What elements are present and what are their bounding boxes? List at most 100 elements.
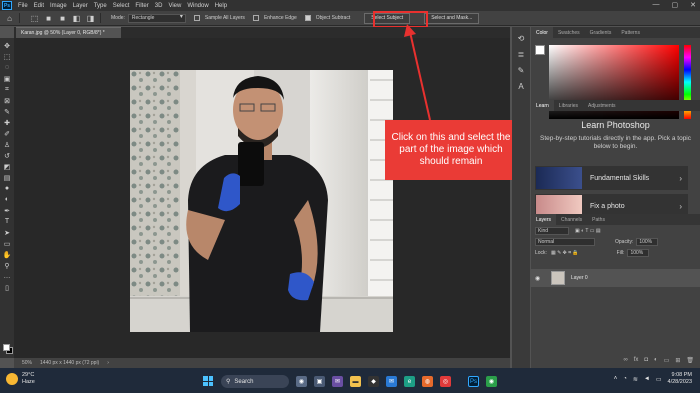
eraser-tool-icon[interactable]: ◩	[1, 161, 13, 172]
menu-edit[interactable]: Edit	[31, 3, 47, 9]
opacity-input[interactable]: 100%	[636, 237, 659, 246]
delete-layer-icon[interactable]: 🗑	[686, 357, 694, 364]
chrome-icon[interactable]: ◉	[486, 376, 497, 387]
menu-help[interactable]: Help	[212, 3, 230, 9]
maximize-button[interactable]: ▢	[672, 1, 679, 9]
menu-3d[interactable]: 3D	[152, 3, 166, 9]
zoom-tool-icon[interactable]: ⚲	[1, 260, 13, 271]
store-icon[interactable]: ◆	[368, 376, 379, 387]
lasso-tool-icon[interactable]: ◌	[1, 62, 13, 73]
tab-paths[interactable]: Paths	[587, 214, 610, 225]
battery-icon[interactable]: ▭	[656, 376, 662, 383]
gradient-tool-icon[interactable]: ▤	[1, 172, 13, 183]
properties-panel-icon[interactable]: ≣	[516, 49, 526, 59]
history-panel-icon[interactable]: ⟲	[516, 33, 526, 43]
lock-icons[interactable]: ▦ ✎ ✥ ⌗ 🔒	[551, 250, 579, 256]
blend-mode-select[interactable]: Normal	[535, 237, 595, 246]
add-selection-icon[interactable]: ■	[58, 14, 67, 23]
clock[interactable]: 9:08 PM 4/28/2023	[668, 372, 692, 386]
new-layer-icon[interactable]: ⊞	[675, 357, 680, 364]
learn-card-fundamental-skills[interactable]: Fundamental Skills ›	[535, 166, 688, 190]
minimize-button[interactable]: —	[653, 1, 660, 9]
filter-icons[interactable]: ▣ ◐ T ▭ ▤	[575, 228, 601, 234]
file-explorer-icon[interactable]: ▬	[350, 376, 361, 387]
start-button[interactable]	[203, 376, 213, 386]
move-tool-icon[interactable]: ✥	[1, 40, 13, 51]
frame-tool-icon[interactable]: ⊠	[1, 95, 13, 106]
dodge-tool-icon[interactable]: ◐	[1, 194, 13, 205]
weather-widget[interactable]: 29°C Haze	[6, 372, 35, 386]
home-icon[interactable]: ⌂	[5, 14, 14, 23]
layer-row[interactable]: ◉ Layer 0	[531, 269, 700, 287]
object-selection-tool-icon[interactable]: ▣	[1, 73, 13, 84]
character-panel-icon[interactable]: A	[516, 81, 526, 91]
chevron-up-icon[interactable]: ˄	[614, 376, 618, 382]
add-mask-icon[interactable]: ◘	[644, 357, 648, 363]
mode-select[interactable]: Rectangle	[127, 13, 186, 23]
adjustment-layer-icon[interactable]: ◐	[654, 357, 658, 363]
layer-name[interactable]: Layer 0	[571, 275, 588, 281]
task-view-icon[interactable]: ▣	[314, 376, 325, 387]
wifi-icon[interactable]: ≋	[633, 376, 638, 383]
rectangle-tool-icon[interactable]: ▭	[1, 238, 13, 249]
color-panel-swatch[interactable]	[535, 45, 545, 55]
new-group-icon[interactable]: ▭	[664, 357, 670, 364]
foreground-color-swatch[interactable]	[3, 344, 10, 351]
brush-tool-icon[interactable]: ✐	[1, 128, 13, 139]
chat-icon[interactable]: ✉	[332, 376, 343, 387]
menu-layer[interactable]: Layer	[70, 3, 91, 9]
new-selection-icon[interactable]: ■	[44, 14, 53, 23]
tab-layers[interactable]: Layers	[531, 214, 557, 225]
object-selection-tool-icon[interactable]: ⬚	[30, 14, 39, 23]
tab-adjustments[interactable]: Adjustments	[583, 100, 621, 111]
enhance-edge-checkbox[interactable]	[252, 15, 259, 21]
people-icon[interactable]: ◉	[296, 376, 307, 387]
volume-icon[interactable]: ◄	[644, 376, 650, 382]
tab-color[interactable]: Color	[531, 27, 553, 38]
pen-tool-icon[interactable]: ✒	[1, 205, 13, 216]
menu-file[interactable]: File	[15, 3, 31, 9]
more-tools-icon[interactable]: …	[1, 271, 13, 282]
marquee-tool-icon[interactable]: ⬚	[1, 51, 13, 62]
visibility-eye-icon[interactable]: ◉	[535, 275, 545, 282]
path-selection-icon[interactable]: ➤	[1, 227, 13, 238]
type-tool-icon[interactable]: T	[1, 216, 13, 227]
tab-libraries[interactable]: Libraries	[554, 100, 583, 111]
sample-all-layers-checkbox[interactable]	[193, 15, 200, 21]
tab-swatches[interactable]: Swatches	[553, 27, 585, 38]
eyedropper-tool-icon[interactable]: ✎	[1, 106, 13, 117]
fill-input[interactable]: 100%	[627, 248, 650, 257]
taskbar-search[interactable]: ⚲ Search	[221, 375, 289, 388]
history-brush-icon[interactable]: ↺	[1, 150, 13, 161]
object-subtract-checkbox[interactable]	[304, 15, 311, 21]
document-tab[interactable]: Karan.jpg @ 50% (Layer 0, RGB/8*) *	[16, 27, 121, 38]
menu-select[interactable]: Select	[110, 3, 133, 9]
zoom-level[interactable]: 50%	[22, 360, 32, 366]
close-button[interactable]: ✕	[690, 1, 696, 9]
menu-image[interactable]: Image	[47, 3, 70, 9]
link-layers-icon[interactable]: ∞	[623, 357, 627, 363]
menu-view[interactable]: View	[165, 3, 184, 9]
mail-icon[interactable]: ✉	[386, 376, 397, 387]
network-icon[interactable]: ◔	[623, 376, 627, 382]
crop-tool-icon[interactable]: ⌗	[1, 84, 13, 95]
blur-tool-icon[interactable]: ●	[1, 183, 13, 194]
brush-panel-icon[interactable]: ✎	[516, 65, 526, 75]
menu-window[interactable]: Window	[184, 3, 211, 9]
photoshop-taskbar-icon[interactable]: Ps	[468, 376, 479, 387]
menu-type[interactable]: Type	[91, 3, 110, 9]
intersect-selection-icon[interactable]: ◨	[86, 14, 95, 23]
healing-brush-icon[interactable]: ✚	[1, 117, 13, 128]
status-arrow-icon[interactable]: ›	[107, 360, 109, 366]
firefox-icon[interactable]: ◍	[422, 376, 433, 387]
tab-patterns[interactable]: Patterns	[616, 27, 645, 38]
menu-filter[interactable]: Filter	[132, 3, 151, 9]
layer-filter-select[interactable]: Kind	[535, 226, 569, 235]
clone-stamp-icon[interactable]: ♙	[1, 139, 13, 150]
hand-tool-icon[interactable]: ✋	[1, 249, 13, 260]
subtract-selection-icon[interactable]: ◧	[72, 14, 81, 23]
tab-gradients[interactable]: Gradients	[585, 27, 617, 38]
edit-toolbar-icon[interactable]: ▯	[1, 282, 13, 293]
tab-channels[interactable]: Channels	[556, 214, 587, 225]
tab-learn[interactable]: Learn	[531, 100, 554, 111]
